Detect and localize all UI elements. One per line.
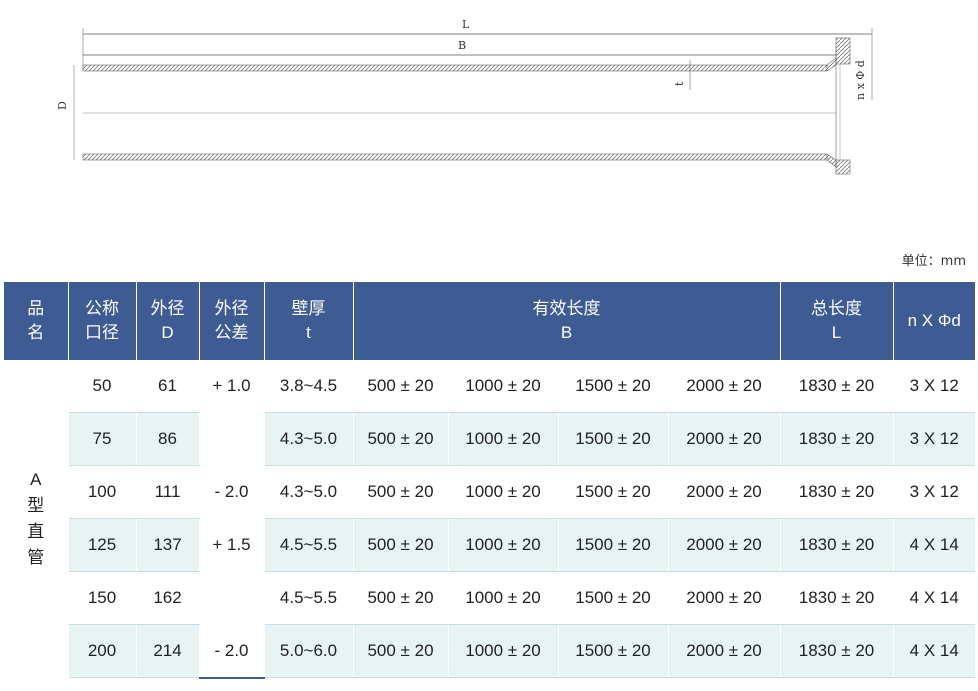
cell-b: 1500 ± 20 <box>558 518 669 572</box>
header-tolerance: 外径 公差 <box>199 282 265 360</box>
cell-tolerance <box>199 412 265 466</box>
header-wall: 壁厚 t <box>264 282 354 360</box>
cell-dn: 200 <box>68 624 137 678</box>
cell-od: 86 <box>136 412 200 466</box>
cell-b: 1500 ± 20 <box>558 465 669 519</box>
cell-tolerance: + 1.0 <box>199 360 265 413</box>
cell-b: 500 ± 20 <box>353 624 449 678</box>
cell-b: 1500 ± 20 <box>558 360 669 413</box>
table-row: 100 111 - 2.0 4.3~5.0 500 ± 20 1000 ± 20… <box>4 465 975 519</box>
header-row: 品名 公称 口径 外径 D 外径 公差 壁厚 t 有效长度 B 总长度 L n X Φd <box>4 282 975 360</box>
table-row: 200 214 - 2.0 5.0~6.0 500 ± 20 1000 ± 20… <box>4 624 975 679</box>
cell-dn: 125 <box>68 518 137 572</box>
cell-wall: 3.8~4.5 <box>264 360 354 413</box>
cell-l: 1830 ± 20 <box>780 360 894 413</box>
cell-tolerance: - 2.0 <box>199 465 265 519</box>
cell-tolerance: + 1.5 <box>199 518 265 572</box>
cell-dn: 150 <box>68 571 137 625</box>
cell-wall: 4.5~5.5 <box>264 518 354 572</box>
cell-b: 1500 ± 20 <box>558 624 669 678</box>
cell-dn: 75 <box>68 412 137 466</box>
cell-l: 1830 ± 20 <box>780 518 894 572</box>
cell-dn: 50 <box>68 360 137 413</box>
cell-b: 2000 ± 20 <box>668 360 781 413</box>
cell-l: 1830 ± 20 <box>780 571 894 625</box>
header-total-length: 总长度 L <box>780 282 894 360</box>
cell-wall: 4.5~5.5 <box>264 571 354 625</box>
spec-table: 品名 公称 口径 外径 D 外径 公差 壁厚 t 有效长度 B 总长度 L n X Φd A… <box>4 282 975 679</box>
header-dn: 公称 口径 <box>68 282 137 360</box>
cell-b: 1000 ± 20 <box>448 518 559 572</box>
cell-l: 1830 ± 20 <box>780 624 894 678</box>
cell-b: 500 ± 20 <box>353 571 449 625</box>
cell-b: 2000 ± 20 <box>668 624 781 678</box>
cell-wall: 4.3~5.0 <box>264 412 354 466</box>
cell-b: 1000 ± 20 <box>448 624 559 678</box>
header-effective-length: 有效长度 B <box>353 282 781 360</box>
cell-b: 1000 ± 20 <box>448 571 559 625</box>
table-row: 125 137 + 1.5 4.5~5.5 500 ± 20 1000 ± 20… <box>4 518 975 572</box>
cell-b: 500 ± 20 <box>353 518 449 572</box>
table-row: A型直管 50 61 + 1.0 3.8~4.5 500 ± 20 1000 ±… <box>4 360 975 678</box>
cell-b: 1500 ± 20 <box>558 412 669 466</box>
cell-od: 111 <box>136 465 200 519</box>
cell-wall: 4.3~5.0 <box>264 465 354 519</box>
cell-b: 500 ± 20 <box>353 360 449 413</box>
label-L: L <box>462 18 470 31</box>
cell-od: 214 <box>136 624 200 678</box>
cell-l: 1830 ± 20 <box>780 412 894 466</box>
cell-b: 1000 ± 20 <box>448 412 559 466</box>
label-t: t <box>673 81 686 86</box>
cell-dn: 100 <box>68 465 137 519</box>
cell-nd: 4 X 14 <box>893 571 975 625</box>
cell-nd: 3 X 12 <box>893 465 975 519</box>
table-row: 150 162 4.5~5.5 500 ± 20 1000 ± 20 1500 … <box>4 571 975 625</box>
cell-nd: 4 X 14 <box>893 624 975 678</box>
label-B: B <box>458 39 466 52</box>
cell-b: 500 ± 20 <box>353 465 449 519</box>
unit-label: 单位：mm <box>901 254 966 269</box>
cell-b: 1000 ± 20 <box>448 465 559 519</box>
cell-b: 2000 ± 20 <box>668 571 781 625</box>
cell-od: 137 <box>136 518 200 572</box>
header-od: 外径 D <box>136 282 200 360</box>
label-nd: n x Φ d <box>854 60 867 100</box>
label-D: D <box>56 101 69 110</box>
cell-b: 1500 ± 20 <box>558 571 669 625</box>
pipe-technical-drawing: L B D t n x Φ d <box>56 18 873 175</box>
cell-od: 162 <box>136 571 200 625</box>
cell-b: 500 ± 20 <box>353 412 449 466</box>
cell-tolerance: - 2.0 <box>199 624 265 679</box>
header-bolts: n X Φd <box>893 282 975 360</box>
cell-nd: 3 X 12 <box>893 360 975 413</box>
table-row: 75 86 4.3~5.0 500 ± 20 1000 ± 20 1500 ± … <box>4 412 975 466</box>
cell-tolerance <box>199 571 265 625</box>
cell-b: 2000 ± 20 <box>668 465 781 519</box>
cell-nd: 3 X 12 <box>893 412 975 466</box>
cell-nd: 4 X 14 <box>893 518 975 572</box>
cell-wall: 5.0~6.0 <box>264 624 354 678</box>
product-name: A型直管 <box>4 360 69 678</box>
header-name: 品名 <box>4 282 69 360</box>
cell-b: 2000 ± 20 <box>668 518 781 572</box>
cell-od: 61 <box>136 360 200 413</box>
cell-l: 1830 ± 20 <box>780 465 894 519</box>
cell-b: 1000 ± 20 <box>448 360 559 413</box>
cell-b: 2000 ± 20 <box>668 412 781 466</box>
